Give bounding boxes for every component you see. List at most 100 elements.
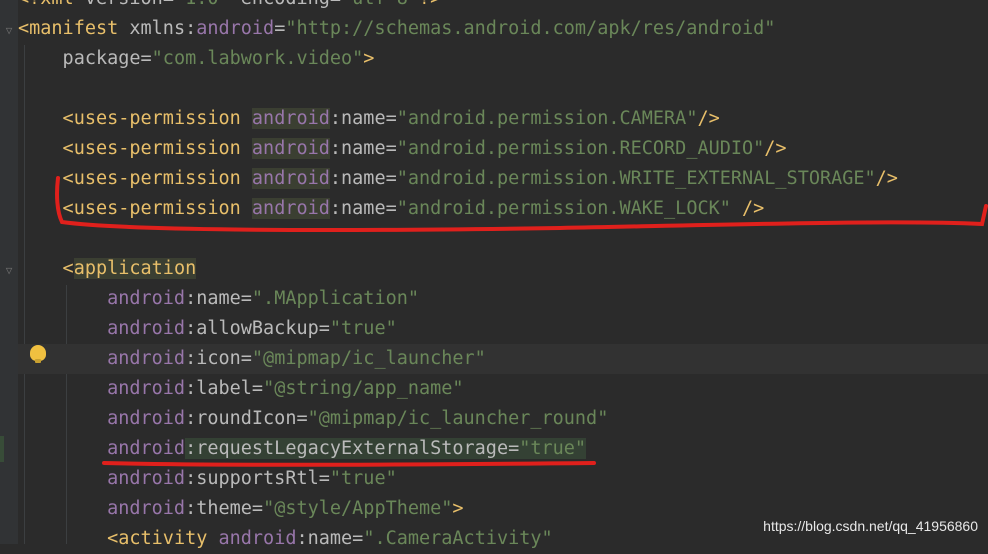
code-token: : xyxy=(329,168,342,189)
code-token: "true" xyxy=(329,318,397,339)
code-line[interactable]: android:label="@string/app_name" xyxy=(18,374,988,404)
code-token: : xyxy=(329,108,342,129)
code-token: uses-permission xyxy=(73,108,252,129)
code-token: supportsRtl xyxy=(196,468,319,489)
code-token: = xyxy=(330,0,341,9)
code-token: : xyxy=(185,318,197,339)
code-token: package xyxy=(18,48,141,69)
code-token: /> xyxy=(875,168,898,189)
code-token: "android.permission.RECORD_AUDIO" xyxy=(396,138,765,159)
code-token: : xyxy=(185,348,197,369)
code-token: "1.0" xyxy=(174,0,230,9)
code-token: = xyxy=(274,18,286,39)
code-token: uses-permission xyxy=(73,168,252,189)
code-token: < xyxy=(18,108,74,129)
code-line[interactable] xyxy=(18,224,988,254)
code-line[interactable]: <application xyxy=(18,254,988,284)
code-token: android xyxy=(107,438,186,459)
code-token: android xyxy=(251,168,330,189)
code-token: < xyxy=(18,168,74,189)
code-token: : xyxy=(185,408,197,429)
code-line[interactable] xyxy=(18,74,988,104)
code-token: < xyxy=(18,258,74,279)
code-line[interactable]: <uses-permission android:name="android.p… xyxy=(18,134,988,164)
code-token: name xyxy=(341,108,386,129)
code-token: android xyxy=(107,318,186,339)
code-token: "true" xyxy=(329,468,397,489)
code-token: name xyxy=(307,528,353,549)
code-token: < xyxy=(18,528,119,549)
code-token: ".MApplication" xyxy=(251,288,419,309)
code-token: "@style/AppTheme" xyxy=(263,498,453,519)
code-token: android xyxy=(196,18,275,39)
code-token: ?> xyxy=(419,0,441,9)
code-token: : xyxy=(329,138,342,159)
code-token: icon xyxy=(196,348,241,369)
code-token: name xyxy=(341,138,386,159)
code-token: : xyxy=(296,528,308,549)
code-line[interactable]: android:name=".MApplication" xyxy=(18,284,988,314)
code-token: "utf-8" xyxy=(341,0,419,9)
code-token: = xyxy=(385,168,397,189)
code-token: = xyxy=(240,288,252,309)
code-token: "true" xyxy=(519,438,587,459)
code-token: = xyxy=(251,498,264,519)
code-token: = xyxy=(385,198,397,219)
code-token: android xyxy=(107,408,186,429)
code-token: "@mipmap/ic_launcher_round" xyxy=(307,408,609,429)
code-token: = xyxy=(352,528,364,549)
code-token: /> xyxy=(697,108,720,129)
code-token: xml xyxy=(40,0,73,9)
code-token: name xyxy=(196,288,241,309)
code-token: "com.labwork.video" xyxy=(151,48,364,69)
code-token: : xyxy=(185,18,197,39)
code-line[interactable]: package="com.labwork.video"> xyxy=(18,44,988,74)
lightbulb-icon[interactable] xyxy=(30,345,46,363)
fold-marker-icon[interactable]: ▽ xyxy=(4,25,14,37)
code-line[interactable]: android:allowBackup="true" xyxy=(18,314,988,344)
watermark: https://blog.csdn.net/qq_41956860 xyxy=(763,518,978,534)
code-token: android xyxy=(107,288,186,309)
code-line[interactable]: <uses-permission android:name="android.p… xyxy=(18,164,988,194)
code-token: = xyxy=(240,348,252,369)
code-token: = xyxy=(318,318,330,339)
code-line[interactable]: android:supportsRtl="true" xyxy=(18,464,988,494)
code-token: android xyxy=(251,198,330,219)
change-marker xyxy=(0,436,4,462)
code-token: "android.permission.WAKE_LOCK" xyxy=(396,198,731,219)
code-token: : xyxy=(185,468,197,489)
code-line[interactable]: <uses-permission android:name="android.p… xyxy=(18,104,988,134)
fold-marker-icon[interactable]: ▽ xyxy=(4,265,14,277)
code-line[interactable]: android:icon="@mipmap/ic_launcher" xyxy=(18,344,988,374)
code-token: = xyxy=(508,438,520,459)
code-token: : xyxy=(185,378,197,399)
code-token: label xyxy=(196,378,252,399)
code-token: "http://schemas.android.com/apk/res/andr… xyxy=(285,18,776,39)
code-token: "@mipmap/ic_launcher" xyxy=(251,348,486,369)
code-token: android xyxy=(251,108,330,129)
code-token: uses-permission xyxy=(73,138,252,159)
code-token: manifest xyxy=(29,18,119,39)
code-line[interactable]: <manifest xmlns:android="http://schemas.… xyxy=(18,14,988,44)
code-token: android xyxy=(218,528,297,549)
code-token: xmlns xyxy=(118,18,186,39)
code-token: "android.permission.WRITE_EXTERNAL_STORA… xyxy=(396,168,876,189)
code-line[interactable]: <?xml version="1.0" encoding="utf-8"?> xyxy=(18,0,988,14)
code-token: application xyxy=(73,258,197,279)
code-token: = xyxy=(296,408,308,429)
code-token: name xyxy=(341,198,386,219)
code-token: < xyxy=(18,198,74,219)
code-token: : xyxy=(185,438,197,459)
code-token: = xyxy=(251,378,264,399)
code-token: android xyxy=(107,498,186,519)
code-line[interactable]: android:requestLegacyExternalStorage="tr… xyxy=(18,434,988,464)
code-token: : xyxy=(185,288,197,309)
code-token: "@string/app_name" xyxy=(263,378,464,399)
code-token: name xyxy=(341,168,386,189)
code-token: requestLegacyExternalStorage xyxy=(196,438,509,459)
code-line[interactable]: android:roundIcon="@mipmap/ic_launcher_r… xyxy=(18,404,988,434)
code-line[interactable]: <uses-permission android:name="android.p… xyxy=(18,194,988,224)
